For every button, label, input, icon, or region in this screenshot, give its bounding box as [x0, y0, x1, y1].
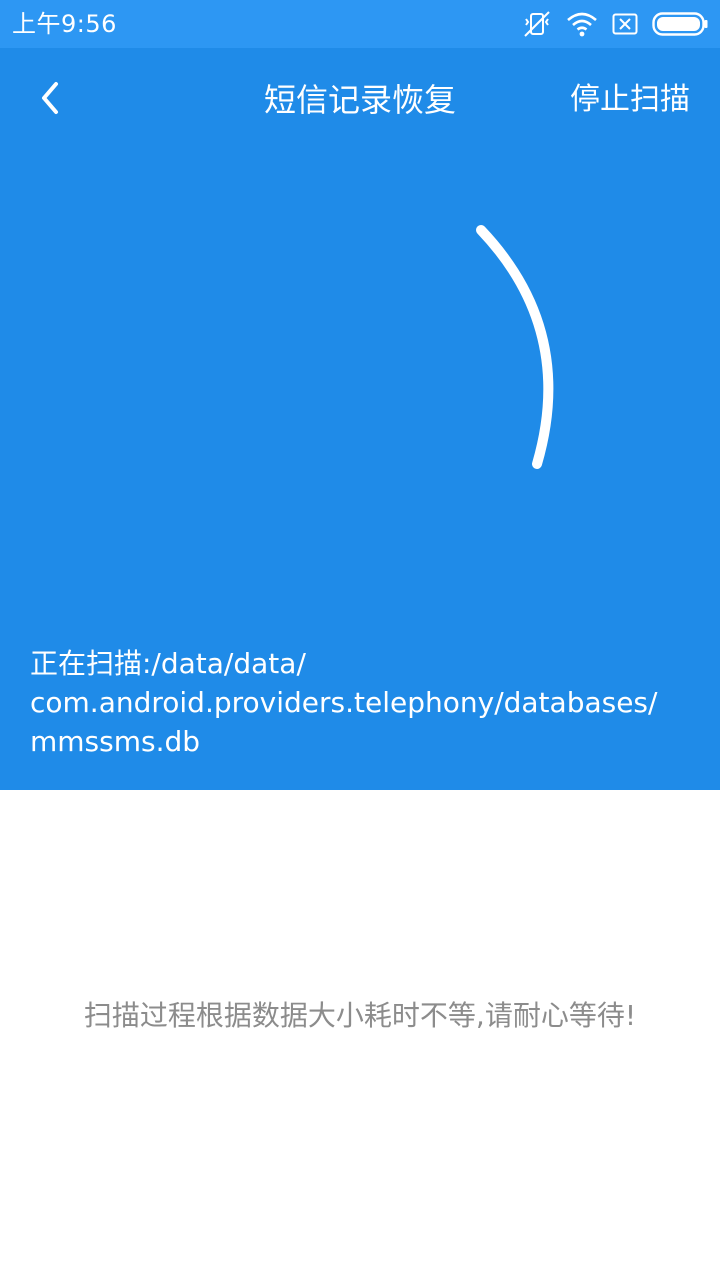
- status-bar: 上午9:56: [0, 0, 720, 48]
- status-icons: [522, 8, 708, 40]
- vibrate-mute-icon: [522, 9, 552, 39]
- status-time: 上午9:56: [12, 10, 117, 38]
- battery-icon: [652, 12, 708, 36]
- page-title: 短信记录恢复: [263, 81, 456, 119]
- scan-screen: 上午9:56 短信记录恢复 停止扫描 正在扫描:/data/data/ com.…: [0, 0, 720, 1280]
- scan-path-text: 正在扫描:/data/data/ com.android.providers.t…: [30, 644, 700, 761]
- wifi-icon: [566, 11, 598, 37]
- chevron-left-icon: [37, 80, 63, 120]
- stop-scan-button[interactable]: 停止扫描: [570, 78, 690, 122]
- wait-hint-text: 扫描过程根据数据大小耗时不等,请耐心等待!: [83, 999, 637, 1032]
- scan-path-line: com.android.providers.telephony/database…: [30, 686, 658, 719]
- back-button[interactable]: [22, 74, 78, 126]
- loading-arc-icon: [476, 225, 554, 469]
- scan-path-line: 正在扫描:/data/data/: [30, 647, 306, 680]
- scan-path-line: mmssms.db: [30, 725, 201, 758]
- loading-spinner: [200, 205, 580, 485]
- no-sim-icon: [612, 13, 638, 35]
- toolbar: 短信记录恢复 停止扫描: [0, 48, 720, 152]
